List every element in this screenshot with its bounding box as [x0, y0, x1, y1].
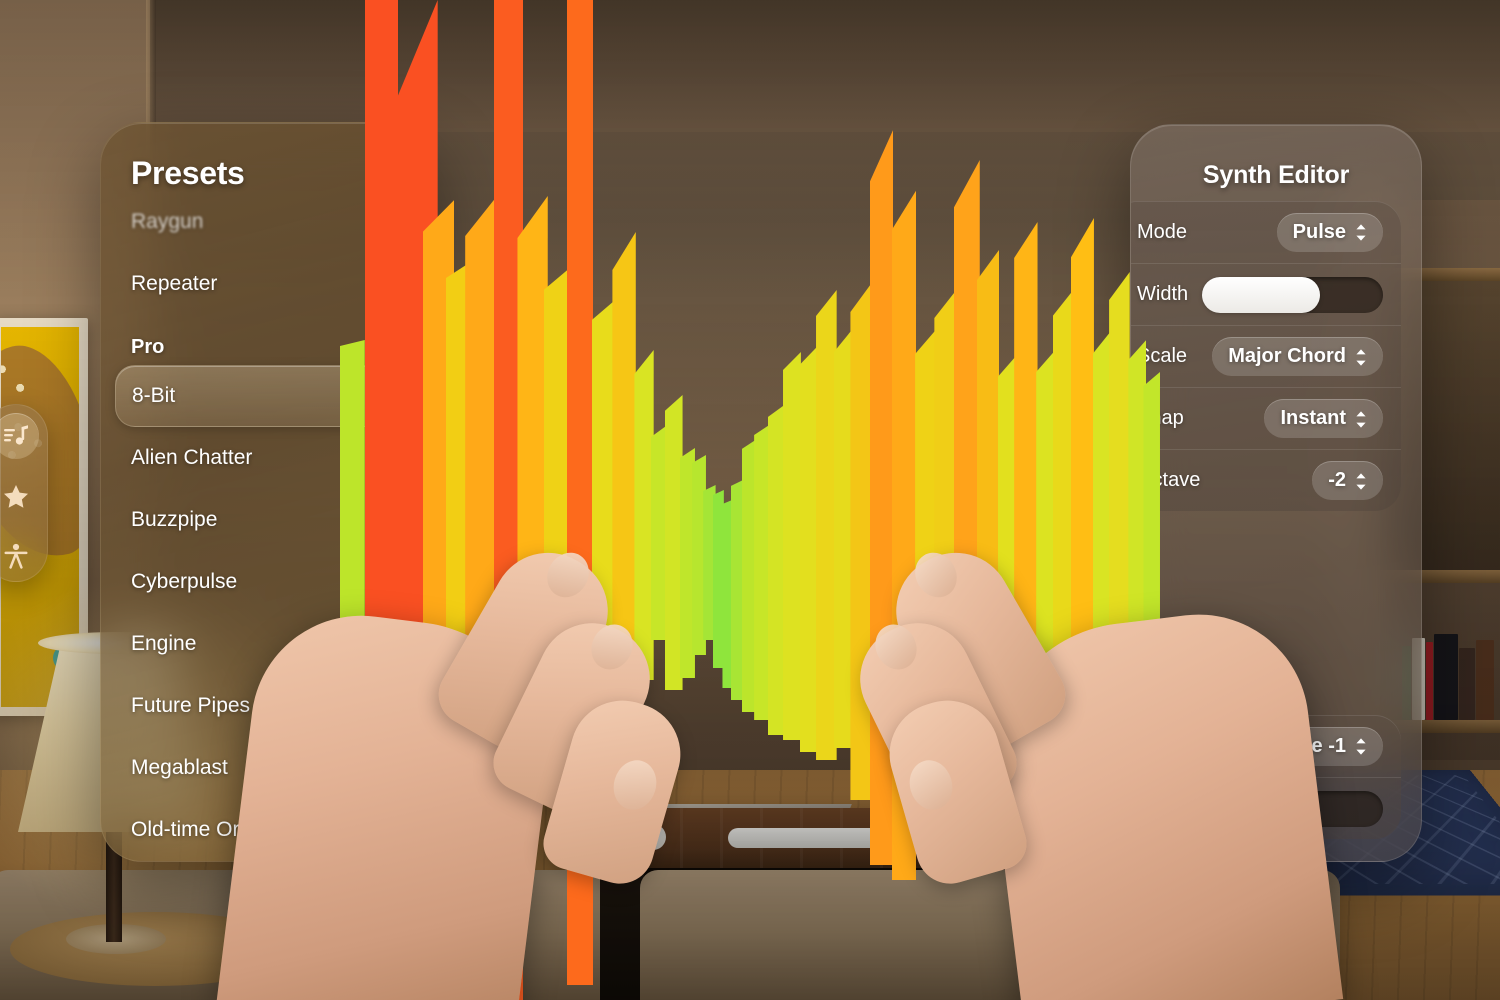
osc-snap-stepper[interactable]: Instant	[1264, 399, 1383, 438]
osc-octave-label: Octave	[1137, 469, 1201, 491]
preset-item-old-time-organ[interactable]: Old-time Organ	[115, 799, 421, 861]
preset-item-8-bit[interactable]: 8-Bit	[115, 365, 421, 427]
chevron-updown-icon	[1355, 223, 1367, 241]
osc-scale-row: Scale Major Chord	[1131, 325, 1401, 387]
sub-level-row	[1131, 777, 1401, 839]
preset-item-raygun[interactable]: Raygun	[115, 191, 421, 253]
sub-mode-value: Square -1	[1254, 734, 1346, 757]
preset-item-buzzpipe[interactable]: Buzzpipe	[115, 489, 421, 551]
presets-panel: Presets Raygun Repeater Pro 8-Bit Alien Chat…	[100, 122, 436, 862]
sofa-gap	[600, 870, 644, 1000]
table-object	[640, 824, 666, 850]
suboscillator-heading: Suboscillator	[1151, 681, 1278, 703]
osc-width-row: Width	[1131, 263, 1401, 325]
osc-width-slider[interactable]	[1202, 276, 1383, 313]
book	[1476, 640, 1494, 720]
sub-mode-row: Mode Square -1	[1131, 715, 1401, 777]
synth-editor-title: Synth Editor	[1202, 161, 1350, 189]
osc-width-slider-fill	[1202, 276, 1320, 313]
preset-item-alien-chatter[interactable]: Alien Chatter	[115, 427, 421, 489]
osc-octave-value: -2	[1328, 469, 1346, 491]
chevron-updown-icon	[1355, 472, 1367, 490]
ceiling	[0, 0, 1500, 132]
star-icon[interactable]	[0, 473, 39, 519]
osc-octave-stepper[interactable]: -2	[1312, 461, 1383, 500]
osc-mode-label: Mode	[1137, 220, 1188, 243]
accessibility-icon[interactable]	[0, 533, 39, 579]
side-table	[10, 912, 300, 986]
presets-list[interactable]: Raygun Repeater Pro 8-Bit Alien Chatter Buzzp…	[101, 191, 435, 861]
suboscillator-group: Mode Square -1	[1131, 715, 1401, 839]
music-notes-icon[interactable]	[0, 413, 39, 459]
osc-scale-stepper[interactable]: Major Chord	[1212, 337, 1383, 376]
vr-passthrough-scene: Presets Raygun Repeater Pro 8-Bit Alien Chat…	[0, 0, 1500, 1000]
preset-group-header: Pro	[131, 336, 165, 358]
preset-item-future-pipes[interactable]: Future Pipes	[115, 675, 421, 737]
sub-mode-label: Mode	[1137, 734, 1188, 757]
preset-item-cyberpulse[interactable]: Cyberpulse	[115, 551, 421, 613]
presets-title: Presets	[131, 155, 245, 191]
book	[1426, 642, 1433, 720]
preset-item-repeater[interactable]: Repeater	[115, 253, 421, 315]
oscillator-group: Mode Pulse Width Scale Major Chord Snap Instan…	[1131, 201, 1401, 511]
osc-mode-stepper[interactable]: Pulse	[1276, 212, 1383, 252]
osc-width-label: Width	[1137, 283, 1189, 305]
synth-editor-panel: Synth Editor Mode Pulse Width Scale Major Ch…	[1130, 124, 1422, 862]
side-icon-rail[interactable]	[0, 404, 48, 582]
osc-snap-value: Instant	[1280, 407, 1346, 429]
sub-level-slider[interactable]	[1151, 790, 1383, 827]
osc-octave-row: Octave -2	[1131, 449, 1401, 511]
osc-scale-value: Major Chord	[1228, 345, 1346, 367]
chevron-updown-icon	[1355, 410, 1367, 428]
osc-scale-label: Scale	[1137, 345, 1188, 367]
osc-snap-label: Snap	[1137, 407, 1184, 429]
osc-mode-row: Mode Pulse	[1131, 201, 1401, 263]
sub-level-slider-fill	[1151, 791, 1160, 827]
chevron-updown-icon	[1355, 737, 1367, 755]
sub-mode-stepper[interactable]: Square -1	[1238, 726, 1383, 766]
book	[1459, 648, 1475, 720]
osc-mode-value: Pulse	[1292, 220, 1346, 243]
chevron-updown-icon	[1355, 348, 1367, 366]
table-remote	[728, 828, 998, 848]
book	[1434, 634, 1458, 720]
osc-snap-row: Snap Instant	[1131, 387, 1401, 449]
sofa-cushion-right	[640, 870, 1340, 1000]
preset-item-megablast[interactable]: Megablast	[115, 737, 421, 799]
preset-item-engine[interactable]: Engine	[115, 613, 421, 675]
